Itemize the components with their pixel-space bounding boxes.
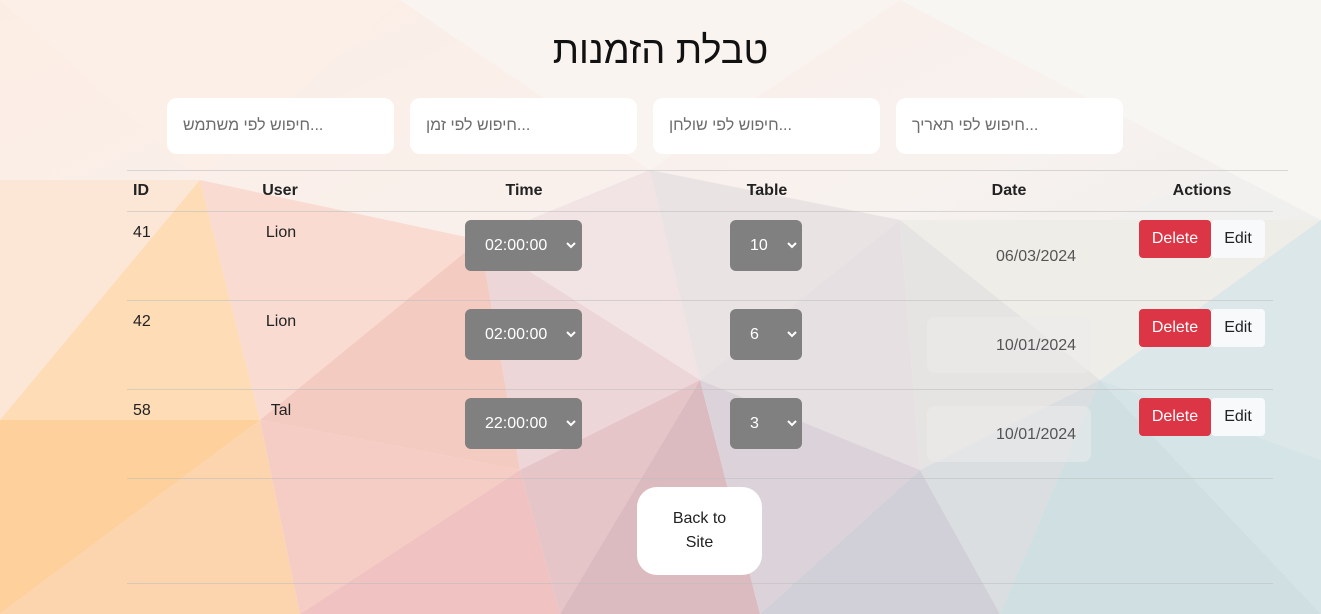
chevron-down-icon (787, 420, 797, 427)
header-id: ID (133, 182, 149, 199)
table-top-border (127, 170, 1288, 171)
header-user: User (262, 182, 298, 199)
table-select-value: 10 (750, 237, 768, 254)
edit-button[interactable]: Edit (1211, 220, 1265, 258)
table-select-value: 3 (750, 415, 759, 432)
row-divider (127, 300, 1273, 301)
header-divider (127, 211, 1273, 212)
footer-divider (127, 583, 1273, 584)
header-time: Time (505, 182, 543, 199)
date-field[interactable]: 10/01/2024 (927, 317, 1091, 373)
header-date: Date (991, 182, 1027, 199)
table-select[interactable]: 6 (730, 309, 802, 360)
time-select-value: 02:00:00 (485, 237, 548, 254)
row-user: Tal (270, 402, 292, 419)
chevron-down-icon (566, 331, 576, 338)
time-select[interactable]: 22:00:00 (465, 398, 582, 449)
page-title: טבלת הזמנות (552, 30, 769, 72)
header-actions: Actions (1172, 182, 1232, 199)
back-to-site-button[interactable]: Back to Site (637, 487, 762, 575)
search-by-time-input[interactable] (410, 98, 637, 154)
chevron-down-icon (566, 242, 576, 249)
date-value: 06/03/2024 (995, 248, 1077, 265)
row-user: Lion (265, 224, 297, 241)
date-field[interactable]: 06/03/2024 (954, 228, 1118, 284)
time-select[interactable]: 02:00:00 (465, 309, 582, 360)
row-divider (127, 478, 1273, 479)
search-by-date-input[interactable] (896, 98, 1123, 154)
search-by-user-input[interactable] (167, 98, 394, 154)
chevron-down-icon (787, 242, 797, 249)
table-select[interactable]: 3 (730, 398, 802, 449)
time-select-value: 22:00:00 (485, 415, 548, 432)
delete-button[interactable]: Delete (1139, 398, 1211, 436)
row-user: Lion (265, 313, 297, 330)
row-id: 42 (133, 313, 151, 330)
reservations-page: טבלת הזמנות ID User Time Table Date Acti… (0, 0, 1321, 614)
row-divider (127, 389, 1273, 390)
table-select[interactable]: 10 (730, 220, 802, 271)
delete-button[interactable]: Delete (1139, 220, 1211, 258)
row-id: 58 (133, 402, 151, 419)
search-by-table-input[interactable] (653, 98, 880, 154)
edit-button[interactable]: Edit (1211, 398, 1265, 436)
chevron-down-icon (566, 420, 576, 427)
time-select-value: 02:00:00 (485, 326, 548, 343)
row-id: 41 (133, 224, 151, 241)
table-select-value: 6 (750, 326, 759, 343)
delete-button[interactable]: Delete (1139, 309, 1211, 347)
time-select[interactable]: 02:00:00 (465, 220, 582, 271)
date-value: 10/01/2024 (995, 337, 1077, 354)
date-value: 10/01/2024 (995, 426, 1077, 443)
edit-button[interactable]: Edit (1211, 309, 1265, 347)
date-field[interactable]: 10/01/2024 (927, 406, 1091, 462)
header-table: Table (746, 182, 788, 199)
chevron-down-icon (787, 331, 797, 338)
